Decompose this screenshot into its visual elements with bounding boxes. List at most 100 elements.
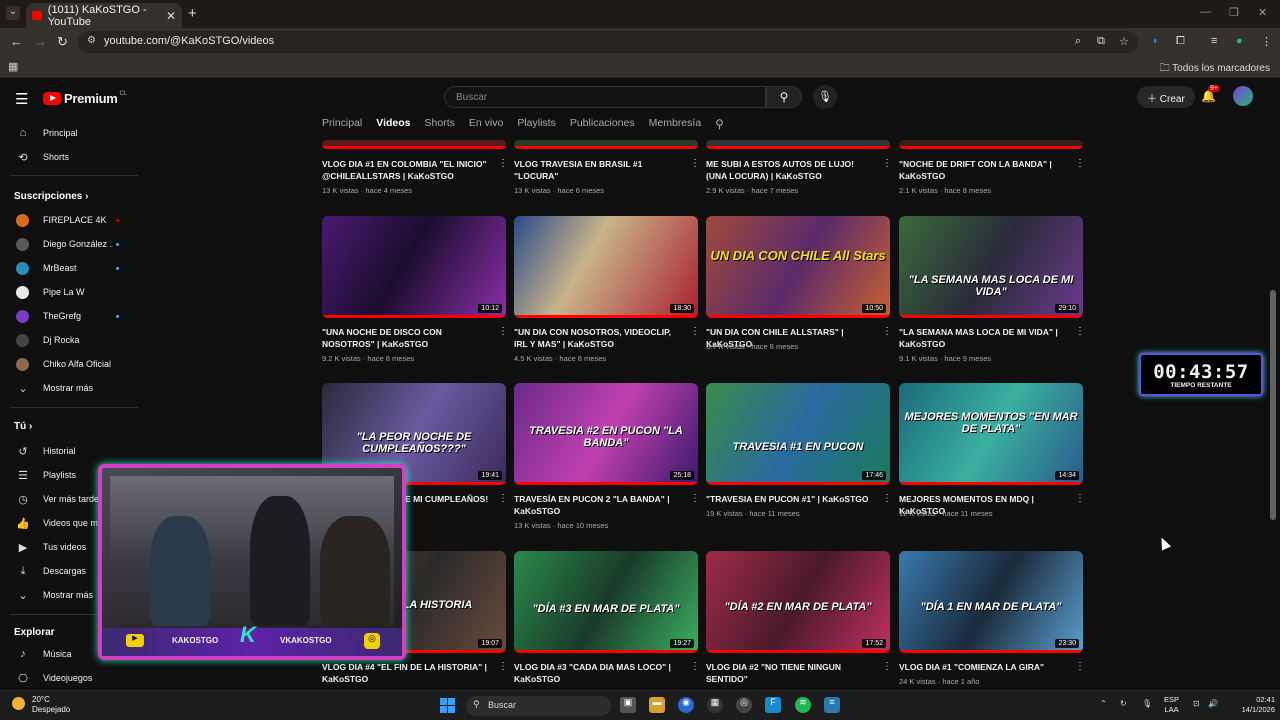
url-bar[interactable]: ⚙ youtube.com/@KaKoSTGO/videos xyxy=(78,31,1138,53)
bookmark-star-icon[interactable]: ☆ xyxy=(1119,35,1129,48)
more-options-icon[interactable]: ⋮ xyxy=(882,326,892,337)
video-thumbnail[interactable]: "DÍA #2 EN MAR DE PLATA" 17:52 xyxy=(706,551,890,653)
avatar[interactable] xyxy=(1233,86,1253,106)
video-thumbnail[interactable]: UN DIA CON CHILE All Stars 10:50 xyxy=(706,216,890,318)
video-thumbnail[interactable]: TRAVESIA #2 EN PUCON "LA BANDA" 25:18 xyxy=(514,383,698,485)
more-options-icon[interactable]: ⋮ xyxy=(690,493,700,504)
more-options-icon[interactable]: ⋮ xyxy=(1075,326,1085,337)
sidebar-sub-pipe[interactable]: Pipe La W xyxy=(0,281,140,303)
video-thumbnail[interactable] xyxy=(899,140,1083,149)
tab-membresia[interactable]: Membresía xyxy=(649,117,702,139)
file-explorer-icon[interactable]: ▬ xyxy=(649,697,665,713)
page-scrollbar[interactable] xyxy=(1270,290,1276,520)
maximize-icon[interactable]: ❐ xyxy=(1229,6,1239,19)
more-options-icon[interactable]: ⋮ xyxy=(1075,158,1085,169)
video-thumbnail[interactable]: MEJORES MOMENTOS "EN MAR DE PLATA" 14:34 xyxy=(899,383,1083,485)
sidebar-item-videojuegos[interactable]: ⎔ Videojuegos xyxy=(0,667,140,689)
browser-tab[interactable]: (1011) KaKoSTGO - YouTube ✕ xyxy=(26,3,182,28)
forward-icon[interactable]: → xyxy=(34,34,47,49)
windows-start-icon[interactable] xyxy=(440,698,455,713)
video-title[interactable]: "LA SEMANA MAS LOCA DE MI VIDA" | KaKoST… xyxy=(899,326,1067,350)
language-indicator[interactable]: ESP LAA xyxy=(1164,695,1179,715)
video-title[interactable]: "NOCHE DE DRIFT CON LA BANDA" | KaKoSTGO xyxy=(899,158,1067,182)
app-f-icon[interactable]: F xyxy=(765,697,781,713)
tab-playlists[interactable]: Playlists xyxy=(517,117,556,139)
tab-en-vivo[interactable]: En vivo xyxy=(469,117,503,139)
sidebar-item-shorts[interactable]: ⟲ Shorts xyxy=(0,146,140,168)
video-thumbnail[interactable] xyxy=(514,140,698,149)
sidebar-sub-chiko[interactable]: Chiko Alfa Oficial xyxy=(0,353,140,375)
tab-principal[interactable]: Principal xyxy=(322,117,362,139)
video-title[interactable]: VLOG DIA #1 EN COLOMBIA "EL INICIO" @CHI… xyxy=(322,158,490,182)
task-view-icon[interactable]: ▣ xyxy=(620,697,636,713)
video-title[interactable]: VLOG DIA #4 "EL FIN DE LA HISTORIA" | Ka… xyxy=(322,661,490,685)
video-thumbnail[interactable]: "LA SEMANA MAS LOCA DE MI VIDA" 29:10 xyxy=(899,216,1083,318)
sidebar-item-principal[interactable]: ⌂ Principal xyxy=(0,122,140,144)
all-bookmarks[interactable]: 🗀 Todos los marcadores xyxy=(1160,61,1270,78)
more-options-icon[interactable]: ⋮ xyxy=(690,661,700,672)
window-close-icon[interactable]: ✕ xyxy=(1258,6,1267,19)
video-title[interactable]: "UN DIA CON NOSOTROS, VIDEOCLIP, IRL Y M… xyxy=(514,326,682,350)
video-title[interactable]: VLOG DIA #3 "CADA DIA MAS LOCO" | KaKoST… xyxy=(514,661,682,685)
video-thumbnail[interactable]: "DÍA #3 EN MAR DE PLATA" 19:27 xyxy=(514,551,698,653)
video-thumbnail[interactable]: "DÍA 1 EN MAR DE PLATA" 23:30 xyxy=(899,551,1083,653)
apps-grid-icon[interactable]: ▦ xyxy=(8,60,18,73)
video-title[interactable]: "UNA NOCHE DE DISCO CON NOSOTROS" | KaKo… xyxy=(322,326,490,350)
you-heading[interactable]: Tú › xyxy=(14,421,32,432)
hamburger-menu-icon[interactable]: ☰ xyxy=(15,90,28,108)
more-options-icon[interactable]: ⋮ xyxy=(882,661,892,672)
voice-search-button[interactable]: 🎙 xyxy=(813,85,837,109)
search-input[interactable]: Buscar xyxy=(444,86,766,108)
video-title[interactable]: "TRAVESIA EN PUCON #1" | KaKoSTGO xyxy=(706,493,874,505)
more-options-icon[interactable]: ⋮ xyxy=(882,158,892,169)
sidebar-sub-fireplace[interactable]: FIREPLACE 4K xyxy=(0,209,140,231)
video-thumbnail[interactable] xyxy=(706,140,890,149)
volume-icon[interactable]: 🔊 xyxy=(1208,699,1218,708)
tab-publicaciones[interactable]: Publicaciones xyxy=(570,117,635,139)
more-options-icon[interactable]: ⋮ xyxy=(1075,661,1085,672)
more-options-icon[interactable]: ⋮ xyxy=(498,493,508,504)
profile-icon[interactable]: ● xyxy=(1236,35,1243,47)
sidebar-sub-djrocka[interactable]: Dj Rocka xyxy=(0,329,140,351)
video-title[interactable]: VLOG DIA #2 "NO TIENE NINGUN SENTIDO" xyxy=(706,661,874,685)
obs-icon[interactable]: ◎ xyxy=(736,697,752,713)
video-thumbnail[interactable]: TRAVESIA #1 EN PUCON 17:46 xyxy=(706,383,890,485)
video-title[interactable]: VLOG TRAVESIA EN BRASIL #1 "LOCURA" xyxy=(514,158,682,182)
youtube-premium-logo[interactable]: Premium CL xyxy=(43,91,127,106)
channel-search-icon[interactable]: ⚲ xyxy=(715,117,724,139)
new-tab-icon[interactable]: + xyxy=(188,5,197,22)
sidebar-sub-mrbeast[interactable]: MrBeast xyxy=(0,257,140,279)
sidebar-item-historial[interactable]: ↺ Historial xyxy=(0,440,140,462)
notepad-icon[interactable]: ≡ xyxy=(824,697,840,713)
menu-dots-icon[interactable]: ⋮ xyxy=(1261,35,1272,48)
zoom-icon[interactable]: ⌕ xyxy=(1075,35,1081,48)
tab-shorts[interactable]: Shorts xyxy=(425,117,455,139)
media-icon[interactable]: ≡ xyxy=(1211,35,1217,47)
subscriptions-heading[interactable]: Suscripciones › xyxy=(14,191,88,202)
notifications-button[interactable]: 🔔 9+ xyxy=(1201,85,1220,103)
more-options-icon[interactable]: ⋮ xyxy=(1075,493,1085,504)
tray-sync-icon[interactable]: ↻ xyxy=(1120,699,1127,708)
app-icon[interactable]: ▦ xyxy=(707,697,723,713)
taskbar-search[interactable]: ⚲ Buscar xyxy=(466,696,611,716)
site-info-icon[interactable]: ⚙ xyxy=(87,35,96,46)
sidebar-show-more[interactable]: ⌄ Mostrar más xyxy=(0,377,140,399)
video-title[interactable]: TRAVESÍA EN PUCON 2 "LA BANDA" | KaKoSTG… xyxy=(514,493,682,517)
close-tab-icon[interactable]: ✕ xyxy=(166,9,176,23)
search-button[interactable]: ⚲ xyxy=(766,86,802,108)
tray-chevron-icon[interactable]: ⌃ xyxy=(1100,699,1107,708)
create-button[interactable]: ＋ Crear xyxy=(1137,86,1195,108)
system-clock[interactable]: 02:41 14/1/2026 xyxy=(1225,695,1275,715)
video-thumbnail[interactable] xyxy=(322,140,506,149)
back-icon[interactable]: ← xyxy=(10,34,23,49)
extensions-puzzle-icon[interactable]: ⧠ xyxy=(1176,35,1185,48)
more-options-icon[interactable]: ⋮ xyxy=(498,661,508,672)
more-options-icon[interactable]: ⋮ xyxy=(498,326,508,337)
tab-videos[interactable]: Videos xyxy=(376,117,410,139)
reload-icon[interactable]: ↻ xyxy=(57,34,68,50)
video-thumbnail[interactable]: 10:12 xyxy=(322,216,506,318)
video-title[interactable]: VLOG DIA #1 "COMIENZA LA GIRA" xyxy=(899,661,1067,673)
install-app-icon[interactable]: ⧉ xyxy=(1097,35,1105,48)
sidebar-sub-thegrefg[interactable]: TheGrefg xyxy=(0,305,140,327)
tab-list-icon[interactable]: ⌄ xyxy=(6,6,20,20)
